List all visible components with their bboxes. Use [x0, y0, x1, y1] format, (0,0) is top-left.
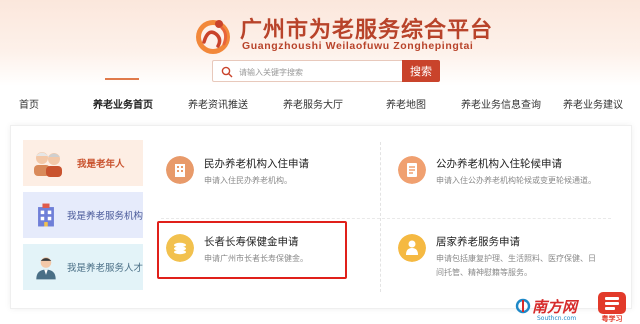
platform-logo-icon [196, 20, 230, 54]
site-header: 广州市为老服务综合平台 Guangzhoushi Weilaofuwu Zong… [0, 0, 640, 86]
grid-divider-vertical [380, 142, 381, 292]
svg-text:Southcn.com: Southcn.com [537, 315, 576, 322]
service-card-title: 居家养老服务申请 [436, 236, 520, 248]
person-icon [36, 257, 56, 280]
highlight-frame [157, 221, 347, 279]
tab-institution[interactable]: 我是养老服务机构 [23, 192, 143, 238]
site-subtitle: Guangzhoushi Weilaofuwu Zonghepingtai [242, 40, 474, 52]
tab-institution-label: 我是养老服务机构 [66, 211, 143, 222]
service-card-private-institution[interactable]: 民办养老机构入住申请 申请入住民办养老机构。 [166, 152, 376, 218]
search-icon [221, 66, 233, 78]
svg-text:粤学习: 粤学习 [602, 314, 623, 322]
building-icon [38, 203, 54, 227]
service-card-public-institution[interactable]: 公办养老机构入住轮候申请 申请入住公办养老机构轮候或变更轮候通道。 [398, 152, 608, 218]
nav-item-elder-business-home[interactable]: 养老业务首页 [93, 96, 153, 111]
active-nav-indicator [105, 78, 139, 80]
service-card-title: 民办养老机构入住申请 [204, 158, 309, 170]
document-icon [398, 156, 426, 184]
service-card-desc: 申请入住民办养老机构。 [204, 176, 292, 185]
elderly-couple-icon [34, 152, 62, 177]
nav-item-suggestions[interactable]: 养老业务建议 [563, 96, 623, 111]
service-card-desc: 申请包括康复护理、生活照料、医疗保健、日间托管、精神慰籍等服务。 [436, 254, 596, 277]
nav-item-service-hall[interactable]: 养老服务大厅 [283, 96, 343, 111]
service-card-title: 公办养老机构入住轮候申请 [436, 158, 562, 170]
nav-item-map[interactable]: 养老地图 [386, 96, 426, 111]
nav-item-home[interactable]: 首页 [19, 96, 39, 111]
building-icon [166, 156, 194, 184]
tab-elderly[interactable]: 我是老年人 [23, 140, 143, 186]
caregiver-icon [398, 234, 426, 262]
nav-item-info-query[interactable]: 养老业务信息查询 [461, 96, 541, 111]
service-panel: 我是老年人 我是养老服务机构 我是养老服务人才 民办养老机构入住申请 申请入住民… [10, 125, 632, 309]
svg-text:南方网: 南方网 [532, 298, 580, 316]
tab-elderly-label: 我是老年人 [77, 159, 125, 170]
search-box [212, 60, 402, 82]
app-watermark-logo: 粤学习 [598, 292, 626, 322]
search-button[interactable]: 搜索 [402, 60, 440, 82]
search-bar: 搜索 [212, 60, 440, 82]
main-nav: 首页 养老业务首页 养老资讯推送 养老服务大厅 养老地图 养老业务信息查询 养老… [0, 88, 640, 118]
grid-divider-horizontal [161, 218, 611, 219]
tab-talent[interactable]: 我是养老服务人才 [23, 244, 143, 290]
nav-item-news-push[interactable]: 养老资讯推送 [188, 96, 248, 111]
service-card-desc: 申请入住公办养老机构轮候或变更轮候通道。 [436, 176, 596, 185]
southcn-watermark-logo: 南方网 Southcn.com [515, 298, 580, 322]
tab-talent-label: 我是养老服务人才 [66, 263, 143, 274]
service-card-home-care[interactable]: 居家养老服务申请 申请包括康复护理、生活照料、医疗保健、日间托管、精神慰籍等服务… [398, 230, 608, 296]
search-input[interactable] [239, 64, 399, 80]
